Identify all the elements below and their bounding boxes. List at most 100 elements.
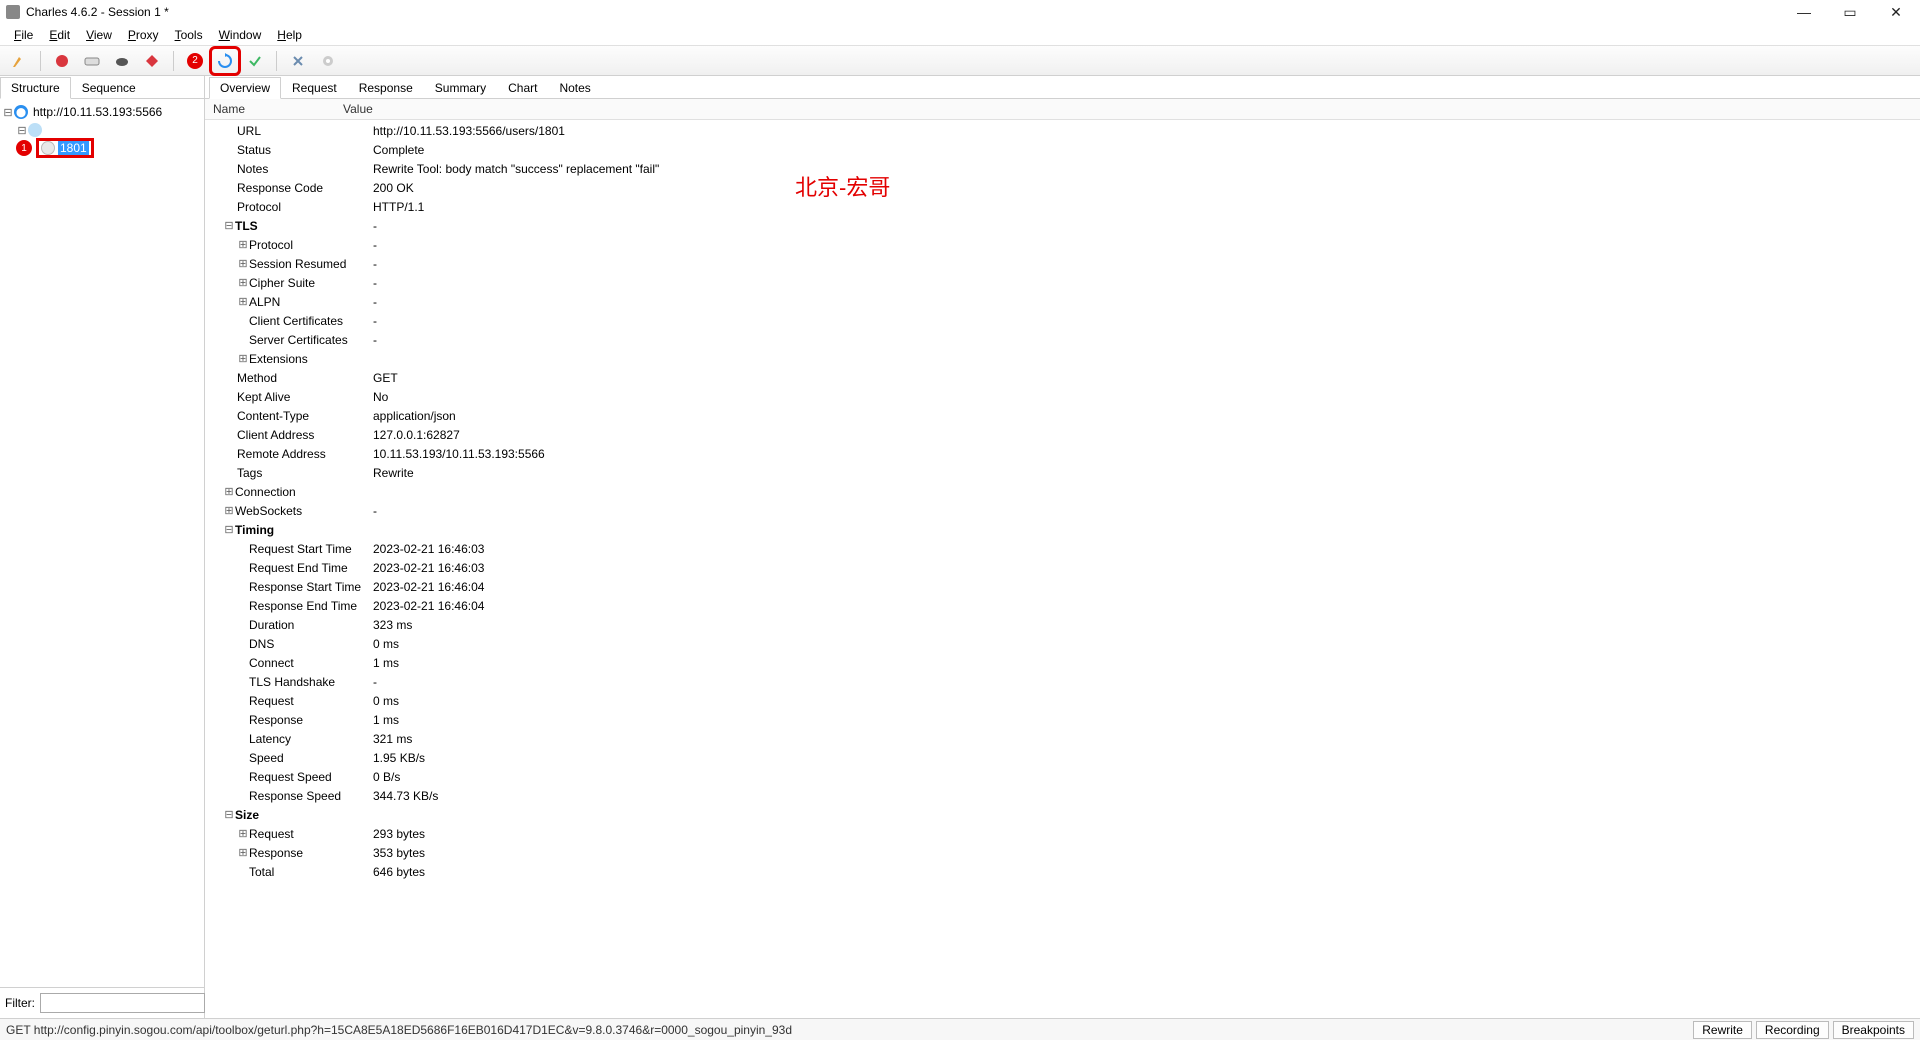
row-request-end[interactable]: Request End Time2023-02-21 16:46:03 <box>213 559 1912 578</box>
expand-icon[interactable]: ⊞ <box>237 255 249 274</box>
menu-window[interactable]: Window <box>211 26 270 44</box>
row-status[interactable]: StatusComplete <box>213 141 1912 160</box>
menu-help[interactable]: Help <box>269 26 310 44</box>
filter-label: Filter: <box>5 996 35 1010</box>
collapse-icon[interactable]: ⊟ <box>16 124 28 137</box>
validate-button[interactable] <box>242 49 268 73</box>
tab-response[interactable]: Response <box>348 77 424 99</box>
tab-structure[interactable]: Structure <box>0 77 71 99</box>
row-tls-protocol[interactable]: ⊞Protocol- <box>213 236 1912 255</box>
row-tags[interactable]: TagsRewrite <box>213 464 1912 483</box>
collapse-icon[interactable]: ⊟ <box>2 106 14 119</box>
row-response-code[interactable]: Response Code200 OK <box>213 179 1912 198</box>
row-websockets[interactable]: ⊞WebSockets- <box>213 502 1912 521</box>
row-request-time[interactable]: Request0 ms <box>213 692 1912 711</box>
expand-icon[interactable]: ⊞ <box>237 236 249 255</box>
tree-host-row[interactable]: ⊟ ⬤ http://10.11.53.193:5566 <box>2 103 202 121</box>
row-size-response[interactable]: ⊞Response353 bytes <box>213 844 1912 863</box>
filter-input[interactable] <box>40 993 205 1013</box>
overview-body[interactable]: 北京-宏哥 URLhttp://10.11.53.193:5566/users/… <box>205 120 1920 1018</box>
titlebar: Charles 4.6.2 - Session 1 * — ▭ ✕ <box>0 0 1920 24</box>
row-protocol[interactable]: ProtocolHTTP/1.1 <box>213 198 1912 217</box>
expand-icon[interactable]: ⊞ <box>223 502 235 521</box>
content-tabs: Overview Request Response Summary Chart … <box>205 76 1920 99</box>
row-dns[interactable]: DNS0 ms <box>213 635 1912 654</box>
expand-icon[interactable]: ⊞ <box>237 825 249 844</box>
tab-notes[interactable]: Notes <box>548 77 601 99</box>
row-request-speed[interactable]: Request Speed0 B/s <box>213 768 1912 787</box>
row-size-request[interactable]: ⊞Request293 bytes <box>213 825 1912 844</box>
row-content-type[interactable]: Content-Typeapplication/json <box>213 407 1912 426</box>
row-response-time[interactable]: Response1 ms <box>213 711 1912 730</box>
settings-button[interactable] <box>315 49 341 73</box>
row-response-start[interactable]: Response Start Time2023-02-21 16:46:04 <box>213 578 1912 597</box>
throttle-button[interactable] <box>79 49 105 73</box>
row-tls-cipher[interactable]: ⊞Cipher Suite- <box>213 274 1912 293</box>
menu-tools[interactable]: Tools <box>167 26 211 44</box>
collapse-icon[interactable]: ⊟ <box>223 806 235 825</box>
breakpoints-button[interactable] <box>139 49 165 73</box>
page-icon <box>41 141 55 155</box>
app-icon <box>6 5 20 19</box>
row-notes[interactable]: NotesRewrite Tool: body match "success" … <box>213 160 1912 179</box>
status-rewrite[interactable]: Rewrite <box>1693 1021 1752 1039</box>
tree-folder-row[interactable]: ⊟ <box>2 121 202 139</box>
menu-file[interactable]: File <box>6 26 41 44</box>
tab-overview[interactable]: Overview <box>209 77 281 99</box>
refresh-button[interactable] <box>212 49 238 73</box>
row-url[interactable]: URLhttp://10.11.53.193:5566/users/1801 <box>213 122 1912 141</box>
menu-edit[interactable]: Edit <box>41 26 78 44</box>
tree-leaf-row[interactable]: 1 1801 <box>2 139 202 157</box>
tab-summary[interactable]: Summary <box>424 77 497 99</box>
error-badge-button[interactable]: 2 <box>182 49 208 73</box>
tab-chart[interactable]: Chart <box>497 77 548 99</box>
expand-icon[interactable]: ⊞ <box>237 844 249 863</box>
row-tls-extensions[interactable]: ⊞Extensions <box>213 350 1912 369</box>
row-size[interactable]: ⊟Size <box>213 806 1912 825</box>
menu-proxy[interactable]: Proxy <box>120 26 167 44</box>
expand-icon[interactable]: ⊞ <box>237 274 249 293</box>
row-kept-alive[interactable]: Kept AliveNo <box>213 388 1912 407</box>
close-button[interactable]: ✕ <box>1882 4 1910 21</box>
sidebar-tabs: Structure Sequence <box>0 76 204 99</box>
row-connect[interactable]: Connect1 ms <box>213 654 1912 673</box>
structure-tree[interactable]: ⊟ ⬤ http://10.11.53.193:5566 ⊟ 1 1801 <box>0 99 204 987</box>
row-response-end[interactable]: Response End Time2023-02-21 16:46:04 <box>213 597 1912 616</box>
row-client-address[interactable]: Client Address127.0.0.1:62827 <box>213 426 1912 445</box>
overview-header: Name Value <box>205 99 1920 120</box>
window-controls: — ▭ ✕ <box>1790 4 1910 21</box>
row-remote-address[interactable]: Remote Address10.11.53.193/10.11.53.193:… <box>213 445 1912 464</box>
row-connection[interactable]: ⊞Connection <box>213 483 1912 502</box>
row-tls-client-cert[interactable]: Client Certificates- <box>213 312 1912 331</box>
broom-clear-button[interactable] <box>6 49 32 73</box>
row-method[interactable]: MethodGET <box>213 369 1912 388</box>
record-button[interactable] <box>49 49 75 73</box>
row-tls[interactable]: ⊟TLS- <box>213 217 1912 236</box>
collapse-icon[interactable]: ⊟ <box>223 217 235 236</box>
tab-request[interactable]: Request <box>281 77 348 99</box>
row-tls-server-cert[interactable]: Server Certificates- <box>213 331 1912 350</box>
menu-view[interactable]: View <box>78 26 120 44</box>
maximize-button[interactable]: ▭ <box>1836 4 1864 21</box>
status-recording[interactable]: Recording <box>1756 1021 1829 1039</box>
row-response-speed[interactable]: Response Speed344.73 KB/s <box>213 787 1912 806</box>
toolbar: 2 <box>0 46 1920 76</box>
turtle-button[interactable] <box>109 49 135 73</box>
row-tls-handshake[interactable]: TLS Handshake- <box>213 673 1912 692</box>
row-duration[interactable]: Duration323 ms <box>213 616 1912 635</box>
expand-icon[interactable]: ⊞ <box>223 483 235 502</box>
collapse-icon[interactable]: ⊟ <box>223 521 235 540</box>
row-size-total[interactable]: Total646 bytes <box>213 863 1912 882</box>
row-speed[interactable]: Speed1.95 KB/s <box>213 749 1912 768</box>
row-tls-session[interactable]: ⊞Session Resumed- <box>213 255 1912 274</box>
status-breakpoints[interactable]: Breakpoints <box>1833 1021 1914 1039</box>
expand-icon[interactable]: ⊞ <box>237 293 249 312</box>
row-tls-alpn[interactable]: ⊞ALPN- <box>213 293 1912 312</box>
row-timing[interactable]: ⊟Timing <box>213 521 1912 540</box>
row-latency[interactable]: Latency321 ms <box>213 730 1912 749</box>
minimize-button[interactable]: — <box>1790 4 1818 21</box>
tab-sequence[interactable]: Sequence <box>71 77 147 99</box>
tools-button[interactable] <box>285 49 311 73</box>
row-request-start[interactable]: Request Start Time2023-02-21 16:46:03 <box>213 540 1912 559</box>
expand-icon[interactable]: ⊞ <box>237 350 249 369</box>
